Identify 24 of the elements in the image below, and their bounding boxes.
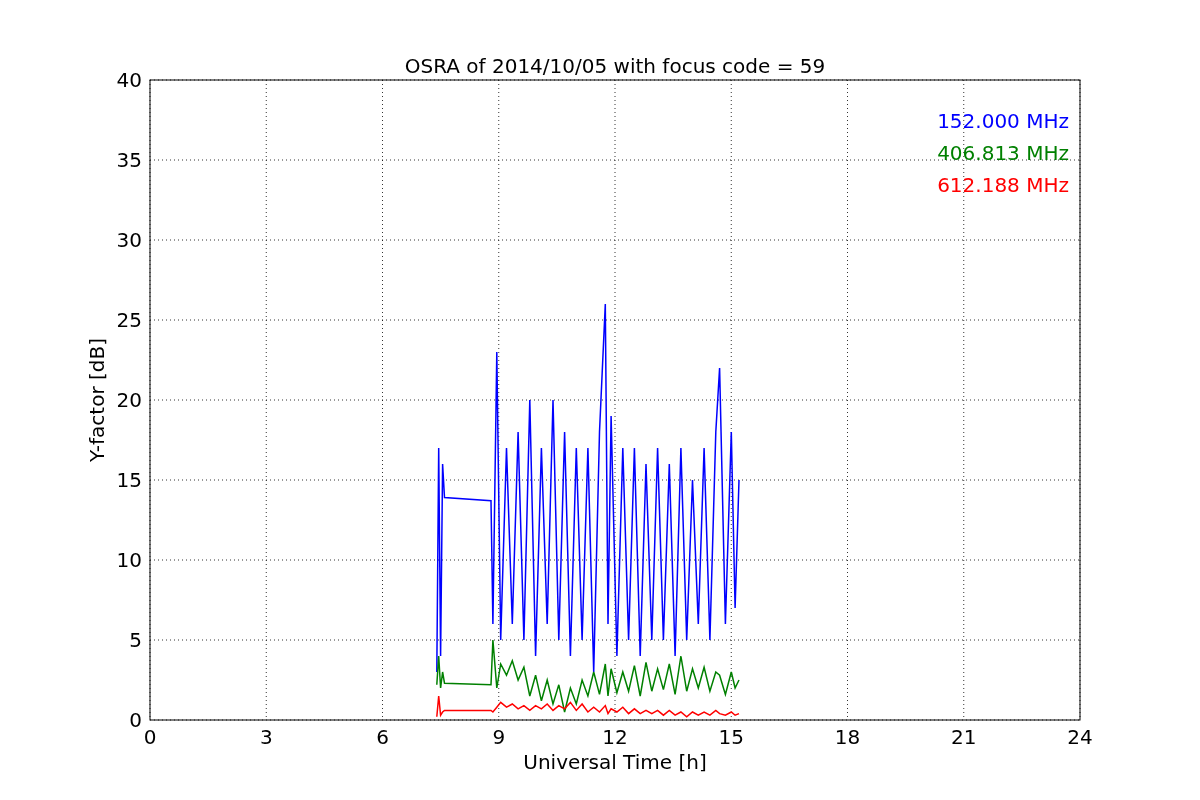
x-tick-label: 18	[834, 725, 861, 749]
x-tick-label: 0	[143, 725, 157, 749]
y-tick-label: 10	[116, 548, 142, 572]
x-tick-label: 15	[718, 725, 744, 749]
y-tick-label: 25	[116, 308, 142, 332]
y-tick-label: 30	[116, 228, 142, 252]
y-tick-label: 5	[129, 628, 142, 652]
x-tick-label: 6	[376, 725, 389, 749]
x-tick-label: 3	[259, 725, 273, 749]
y-axis-label: Y-factor [dB]	[85, 338, 109, 462]
x-axis-label: Universal Time [h]	[523, 750, 707, 774]
legend-label: 612.188 MHz	[937, 173, 1069, 197]
legend-label: 406.813 MHz	[937, 141, 1069, 165]
legend-label: 152.000 MHz	[937, 109, 1069, 133]
x-tick-label: 12	[602, 725, 628, 749]
y-tick-label: 35	[116, 148, 142, 172]
x-tick-label: 21	[951, 725, 977, 749]
chart-title: OSRA of 2014/10/05 with focus code = 59	[404, 54, 826, 78]
y-tick-label: 0	[129, 708, 142, 732]
y-tick-label: 15	[116, 468, 142, 492]
y-tick-label: 40	[116, 68, 142, 92]
x-tick-label: 9	[492, 725, 506, 749]
x-tick-label: 24	[1067, 725, 1093, 749]
y-tick-label: 20	[116, 388, 142, 412]
